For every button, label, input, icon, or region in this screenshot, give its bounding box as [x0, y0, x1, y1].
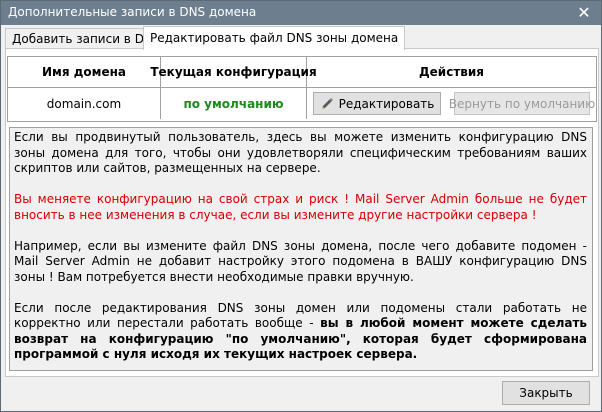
window-title: Дополнительные записи в DNS домена	[8, 5, 257, 19]
info-paragraph-intro: Если вы продвинутый пользователь, здесь …	[14, 130, 587, 175]
reset-to-default-button[interactable]: Вернуть по умолчанию	[449, 92, 595, 115]
info-paragraph-subdomain: Например, если вы измените файл DNS зоны…	[14, 238, 587, 284]
table-cell-config-status: по умолчанию	[161, 88, 307, 119]
info-text-box: Если вы продвинутый пользователь, здесь …	[9, 127, 593, 371]
pencil-icon	[320, 97, 334, 111]
column-header-actions: Действия	[307, 57, 596, 88]
domains-table: Имя домена Текущая конфигурация Действия…	[7, 56, 597, 122]
close-icon[interactable]: ✕	[567, 1, 601, 25]
column-header-config: Текущая конфигурация	[150, 57, 317, 88]
title-bar[interactable]: Дополнительные записи в DNS домена ✕	[1, 1, 601, 25]
edit-button[interactable]: Редактировать	[313, 92, 441, 115]
column-header-domain: Имя домена	[8, 57, 161, 88]
edit-button-label: Редактировать	[338, 96, 435, 111]
info-paragraph-revert: Если после редактирования DNS зоны домен…	[14, 301, 587, 363]
table-cell-domain: domain.com	[8, 88, 161, 119]
tab-edit-dns-zone-file[interactable]: Редактировать файл DNS зоны домена	[143, 26, 406, 50]
close-button[interactable]: Закрыть	[502, 381, 590, 405]
tab-panel-edit-zone: Имя домена Текущая конфигурация Действия…	[5, 48, 599, 377]
info-warning: Вы меняете конфигурацию на свой страх и …	[14, 192, 587, 222]
dialog-window: Дополнительные записи в DNS домена ✕ Доб…	[0, 0, 602, 412]
